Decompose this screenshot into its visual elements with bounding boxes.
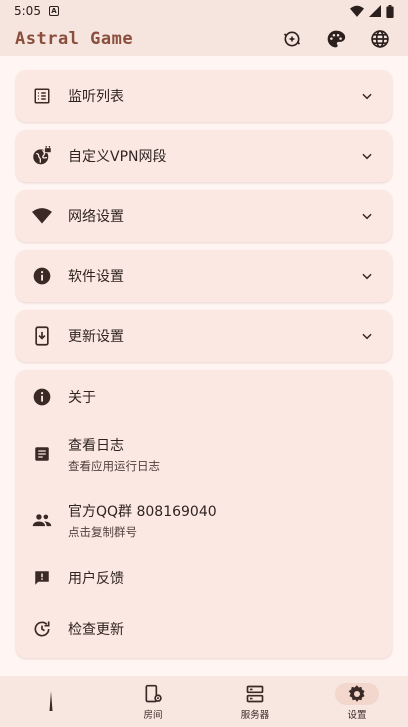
feedback-icon: [32, 568, 52, 588]
list-icon: [32, 86, 52, 106]
about-item-title: 查看日志: [68, 437, 124, 454]
settings-content: 监听列表 自定义VPN网段 网络设置 软件设置 更新设置 关于 查看日志 查看应…: [16, 70, 392, 658]
about-item-subtitle: 点击复制群号: [68, 524, 137, 539]
section-label: 更新设置: [68, 329, 124, 345]
chevron-down-icon[interactable]: [358, 327, 376, 345]
section-software[interactable]: 软件设置: [16, 250, 392, 302]
section-label: 软件设置: [68, 269, 124, 285]
status-time: 5:05: [14, 4, 41, 18]
section-update[interactable]: 更新设置: [16, 310, 392, 362]
palette-icon[interactable]: [323, 26, 349, 52]
settings-icon: [335, 682, 379, 705]
nav-item-settings[interactable]: 设置: [306, 676, 408, 727]
about-item-title: 检查更新: [68, 622, 124, 638]
info-icon: [32, 266, 52, 286]
app-bar: Astral Game: [0, 22, 408, 56]
about-item-view-logs[interactable]: 查看日志 查看应用运行日志: [16, 420, 392, 488]
about-item-about[interactable]: 关于: [16, 374, 392, 420]
section-label: 自定义VPN网段: [68, 149, 167, 165]
update-icon: [32, 619, 52, 639]
status-bar: 5:05 A: [0, 0, 408, 22]
nav-label: 设置: [347, 709, 367, 721]
notification-a-icon: A: [48, 6, 59, 16]
section-network[interactable]: 网络设置: [16, 190, 392, 242]
nav-item-room[interactable]: 房间: [102, 676, 204, 727]
home-icon: [40, 690, 62, 712]
about-card: 关于 查看日志 查看应用运行日志 官方QQ群 808169040 点击复制群号 …: [16, 370, 392, 658]
about-item-check-update[interactable]: 检查更新: [16, 604, 392, 654]
server-icon: [244, 683, 266, 705]
nav-item-home[interactable]: [0, 676, 102, 727]
vpn-lock-icon: [32, 146, 52, 166]
theme-sync-icon[interactable]: [279, 26, 305, 52]
nav-label: 服务器: [240, 709, 270, 721]
app-actions: [279, 26, 393, 52]
bottom-nav: 房间 服务器 设置: [0, 676, 408, 727]
about-item-subtitle: 查看应用运行日志: [68, 458, 160, 473]
status-indicators: [350, 4, 394, 18]
chevron-down-icon[interactable]: [358, 207, 376, 225]
section-listen-list[interactable]: 监听列表: [16, 70, 392, 122]
info-icon: [32, 387, 52, 407]
chevron-down-icon[interactable]: [358, 147, 376, 165]
chevron-down-icon[interactable]: [358, 267, 376, 285]
phone-download-icon: [32, 326, 52, 346]
document-icon: [32, 444, 52, 464]
wifi-status-icon: [350, 5, 364, 17]
nav-label: 房间: [143, 709, 163, 721]
language-globe-icon[interactable]: [367, 26, 393, 52]
room-icon: [142, 683, 164, 705]
about-item-title: 官方QQ群 808169040: [68, 503, 217, 520]
section-label: 监听列表: [68, 89, 124, 105]
battery-icon: [386, 4, 394, 18]
group-icon: [32, 510, 52, 530]
chevron-down-icon[interactable]: [358, 87, 376, 105]
about-item-title: 用户反馈: [68, 571, 124, 587]
section-label: 网络设置: [68, 209, 124, 225]
nav-item-server[interactable]: 服务器: [204, 676, 306, 727]
section-custom-vpn[interactable]: 自定义VPN网段: [16, 130, 392, 182]
app-title: Astral Game: [15, 29, 134, 49]
wifi-icon: [32, 206, 52, 226]
about-item-feedback[interactable]: 用户反馈: [16, 552, 392, 604]
about-item-qq-group[interactable]: 官方QQ群 808169040 点击复制群号: [16, 488, 392, 552]
cell-signal-icon: [369, 5, 381, 17]
about-item-title: 关于: [68, 390, 96, 406]
